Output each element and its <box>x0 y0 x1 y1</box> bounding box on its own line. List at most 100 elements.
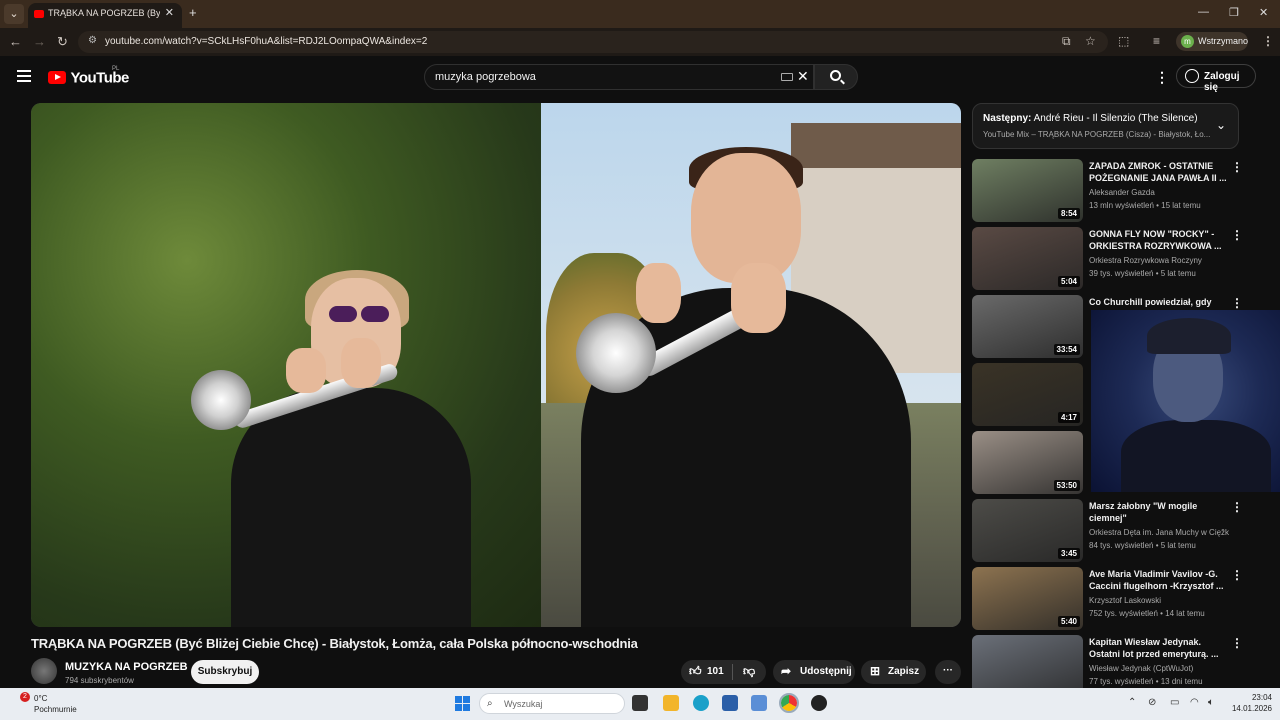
video-thumbnail[interactable]: 33:54 <box>972 295 1083 358</box>
more-options-icon[interactable]: ⋮ <box>1231 228 1240 242</box>
recommendation-item[interactable]: 8:54 ZAPADA ZMROK - OSTATNIE POŻEGNANIE J… <box>972 158 1240 226</box>
search-button[interactable] <box>814 64 858 90</box>
wifi-icon[interactable]: ◠ <box>1190 697 1199 708</box>
video-thumbnail[interactable]: 3:45 <box>972 499 1083 562</box>
reload-icon[interactable]: ↻ <box>57 34 68 50</box>
up-next-mix: YouTube Mix – TRĄBKA NA POGRZEB (Cisza) … <box>983 130 1211 139</box>
recommendation-channel: Krzysztof Laskowski <box>1089 596 1162 605</box>
like-dislike-group: 👍︎ 101 👎︎ <box>681 660 766 684</box>
app-icon-2[interactable] <box>811 695 827 711</box>
recommendation-meta: 84 tys. wyświetleń • 5 lat temu <box>1089 541 1196 550</box>
recommendation-title[interactable]: Ave Maria Vladimir Vavilov -G. Caccini f… <box>1089 568 1229 592</box>
recommendation-item[interactable]: 3:45 Marsz żałobny "W mogile ciemnej" Orki… <box>972 498 1240 566</box>
profile-button[interactable]: m Wstrzymano <box>1176 32 1248 51</box>
taskbar-search[interactable]: ⌕ Wyszukaj <box>479 693 625 714</box>
save-label: Zapisz <box>888 666 920 677</box>
more-options-icon[interactable]: ⋮ <box>1231 636 1240 650</box>
browser-tab-active[interactable]: TRĄBKA NA POGRZEB (Być Bliż... ✕ <box>28 3 182 28</box>
more-options-icon[interactable]: ⋮ <box>1231 500 1240 514</box>
recommendation-channel: Wiesław Jedynak (CptWuJot) <box>1089 664 1194 673</box>
clock-time: 23:04 <box>1251 693 1272 702</box>
maximize-icon[interactable]: ❐ <box>1229 6 1239 19</box>
video-thumbnail[interactable]: 53:50 <box>972 431 1083 494</box>
network-off-icon[interactable]: ⊘ <box>1148 697 1156 708</box>
country-code: PL <box>112 66 120 72</box>
install-app-icon[interactable]: ⧉ <box>1062 34 1071 49</box>
recommendation-item[interactable]: 5:40 Ave Maria Vladimir Vavilov -G. Cacci… <box>972 566 1240 634</box>
channel-avatar[interactable] <box>31 658 57 684</box>
volume-icon[interactable]: 🔈︎ <box>1208 697 1214 708</box>
address-bar[interactable]: ⚙ youtube.com/watch?v=SCkLHsF0huA&list=R… <box>78 31 1108 53</box>
recommendation-title[interactable]: Marsz żałobny "W mogile ciemnej" <box>1089 500 1229 524</box>
more-actions-button[interactable]: ··· <box>935 660 961 684</box>
recommendation-channel: Orkiestra Rozrywkowa Roczyny <box>1089 256 1202 265</box>
subscribe-button[interactable]: Subskrybuj <box>191 660 259 684</box>
video-player[interactable] <box>31 103 961 627</box>
recommendation-title[interactable]: GONNA FLY NOW "ROCKY" - ORKIESTRA ROZRYW… <box>1089 228 1229 252</box>
duration-badge: 5:04 <box>1057 276 1080 287</box>
extensions-icon[interactable]: ⬚ <box>1118 34 1129 48</box>
taskbar-search-placeholder: Wyszukaj <box>504 699 543 709</box>
profile-avatar: m <box>1181 35 1194 48</box>
app-icon[interactable] <box>751 695 767 711</box>
sign-in-button[interactable]: Zaloguj się <box>1176 64 1256 93</box>
recommendation-item[interactable]: 5:04 GONNA FLY NOW "ROCKY" - ORKIESTRA RO… <box>972 226 1240 294</box>
tray-chevron-up-icon[interactable]: ⌃ <box>1128 697 1136 708</box>
video-thumbnail[interactable]: 5:04 <box>972 227 1083 290</box>
clear-search-icon[interactable]: ✕ <box>797 68 809 85</box>
recommendation-channel: Orkiestra Dęta im. Jana Muchy w Cięžko..… <box>1089 528 1229 537</box>
video-thumbnail[interactable]: 5:40 <box>972 567 1083 630</box>
keyboard-icon[interactable] <box>781 73 793 81</box>
youtube-logo[interactable]: YouTube PL <box>48 66 129 87</box>
recommendation-channel: Aleksander Gazda <box>1089 188 1155 197</box>
thumbs-up-icon[interactable]: 👍︎ <box>689 664 702 679</box>
youtube-favicon-icon <box>34 10 44 18</box>
forward-icon[interactable]: → <box>33 34 46 49</box>
up-next-panel[interactable]: Następny: André Rieu - Il Silenzio (The … <box>972 103 1239 149</box>
more-options-icon[interactable]: ⋮ <box>1231 568 1240 582</box>
reading-list-icon[interactable]: ≡ <box>1153 34 1160 48</box>
back-icon[interactable]: ← <box>9 34 22 49</box>
video-frame-trumpeter-1 <box>201 270 471 627</box>
chrome-icon[interactable] <box>779 693 799 713</box>
thumbs-down-icon[interactable]: 👎︎ <box>743 664 755 679</box>
recommendation-item[interactable]: Kapitan Wiesław Jedynak. Ostatni lot prz… <box>972 634 1240 688</box>
like-count[interactable]: 101 <box>707 666 724 677</box>
channel-name[interactable]: MUZYKA NA POGRZEB <box>65 661 188 673</box>
more-options-icon[interactable]: ⋮ <box>1231 296 1240 310</box>
account-icon <box>1185 69 1199 83</box>
video-thumbnail[interactable] <box>972 635 1083 688</box>
recommendation-title[interactable]: Kapitan Wiesław Jedynak. Ostatni lot prz… <box>1089 636 1229 660</box>
minimize-icon[interactable]: — <box>1198 6 1209 18</box>
task-view-icon[interactable] <box>632 695 648 711</box>
recommendation-title[interactable]: Co Churchill powiedział, gdy <box>1089 296 1229 308</box>
new-tab-button[interactable]: + <box>189 5 197 20</box>
store-icon[interactable] <box>722 695 738 711</box>
channel-owner: MUZYKA NA POGRZEB 794 subskrybentów <box>31 658 651 688</box>
duration-badge: 5:40 <box>1057 616 1080 627</box>
up-next-title: André Rieu - Il Silenzio (The Silence) <box>1033 113 1198 124</box>
video-thumbnail[interactable]: 4:17 <box>972 363 1083 426</box>
more-options-icon[interactable]: ⋮ <box>1231 160 1240 174</box>
share-button[interactable]: ➦ Udostępnij <box>773 660 855 684</box>
close-tab-icon[interactable]: ✕ <box>165 6 174 19</box>
display-icon[interactable]: ▭ <box>1170 697 1179 708</box>
save-button[interactable]: ⊞ Zapisz <box>861 660 926 684</box>
settings-kebab-icon[interactable]: ⋮ <box>1155 69 1169 86</box>
site-info-icon[interactable]: ⚙ <box>88 35 97 46</box>
file-explorer-icon[interactable] <box>663 695 679 711</box>
edge-browser-icon[interactable] <box>693 695 709 711</box>
recommendation-meta: 13 mln wyświetleń • 15 lat temu <box>1089 201 1201 210</box>
bookmark-star-icon[interactable]: ☆ <box>1085 34 1096 48</box>
recommendation-title[interactable]: ZAPADA ZMROK - OSTATNIE POŻEGNANIE JANA … <box>1089 160 1229 184</box>
taskbar-clock[interactable]: 23:04 14.01.2026 <box>1228 692 1272 714</box>
search-icon <box>830 70 841 81</box>
start-menu-icon[interactable] <box>455 696 470 711</box>
video-thumbnail[interactable]: 8:54 <box>972 159 1083 222</box>
chevron-down-icon[interactable]: ⌄ <box>1216 118 1226 132</box>
tab-search-button[interactable]: ⌄ <box>4 4 24 24</box>
close-window-icon[interactable]: ✕ <box>1259 6 1268 19</box>
browser-menu-icon[interactable]: ⋮ <box>1262 34 1274 48</box>
search-input[interactable]: muzyka pogrzebowa ✕ <box>424 64 814 90</box>
menu-hamburger-icon[interactable] <box>17 70 31 82</box>
